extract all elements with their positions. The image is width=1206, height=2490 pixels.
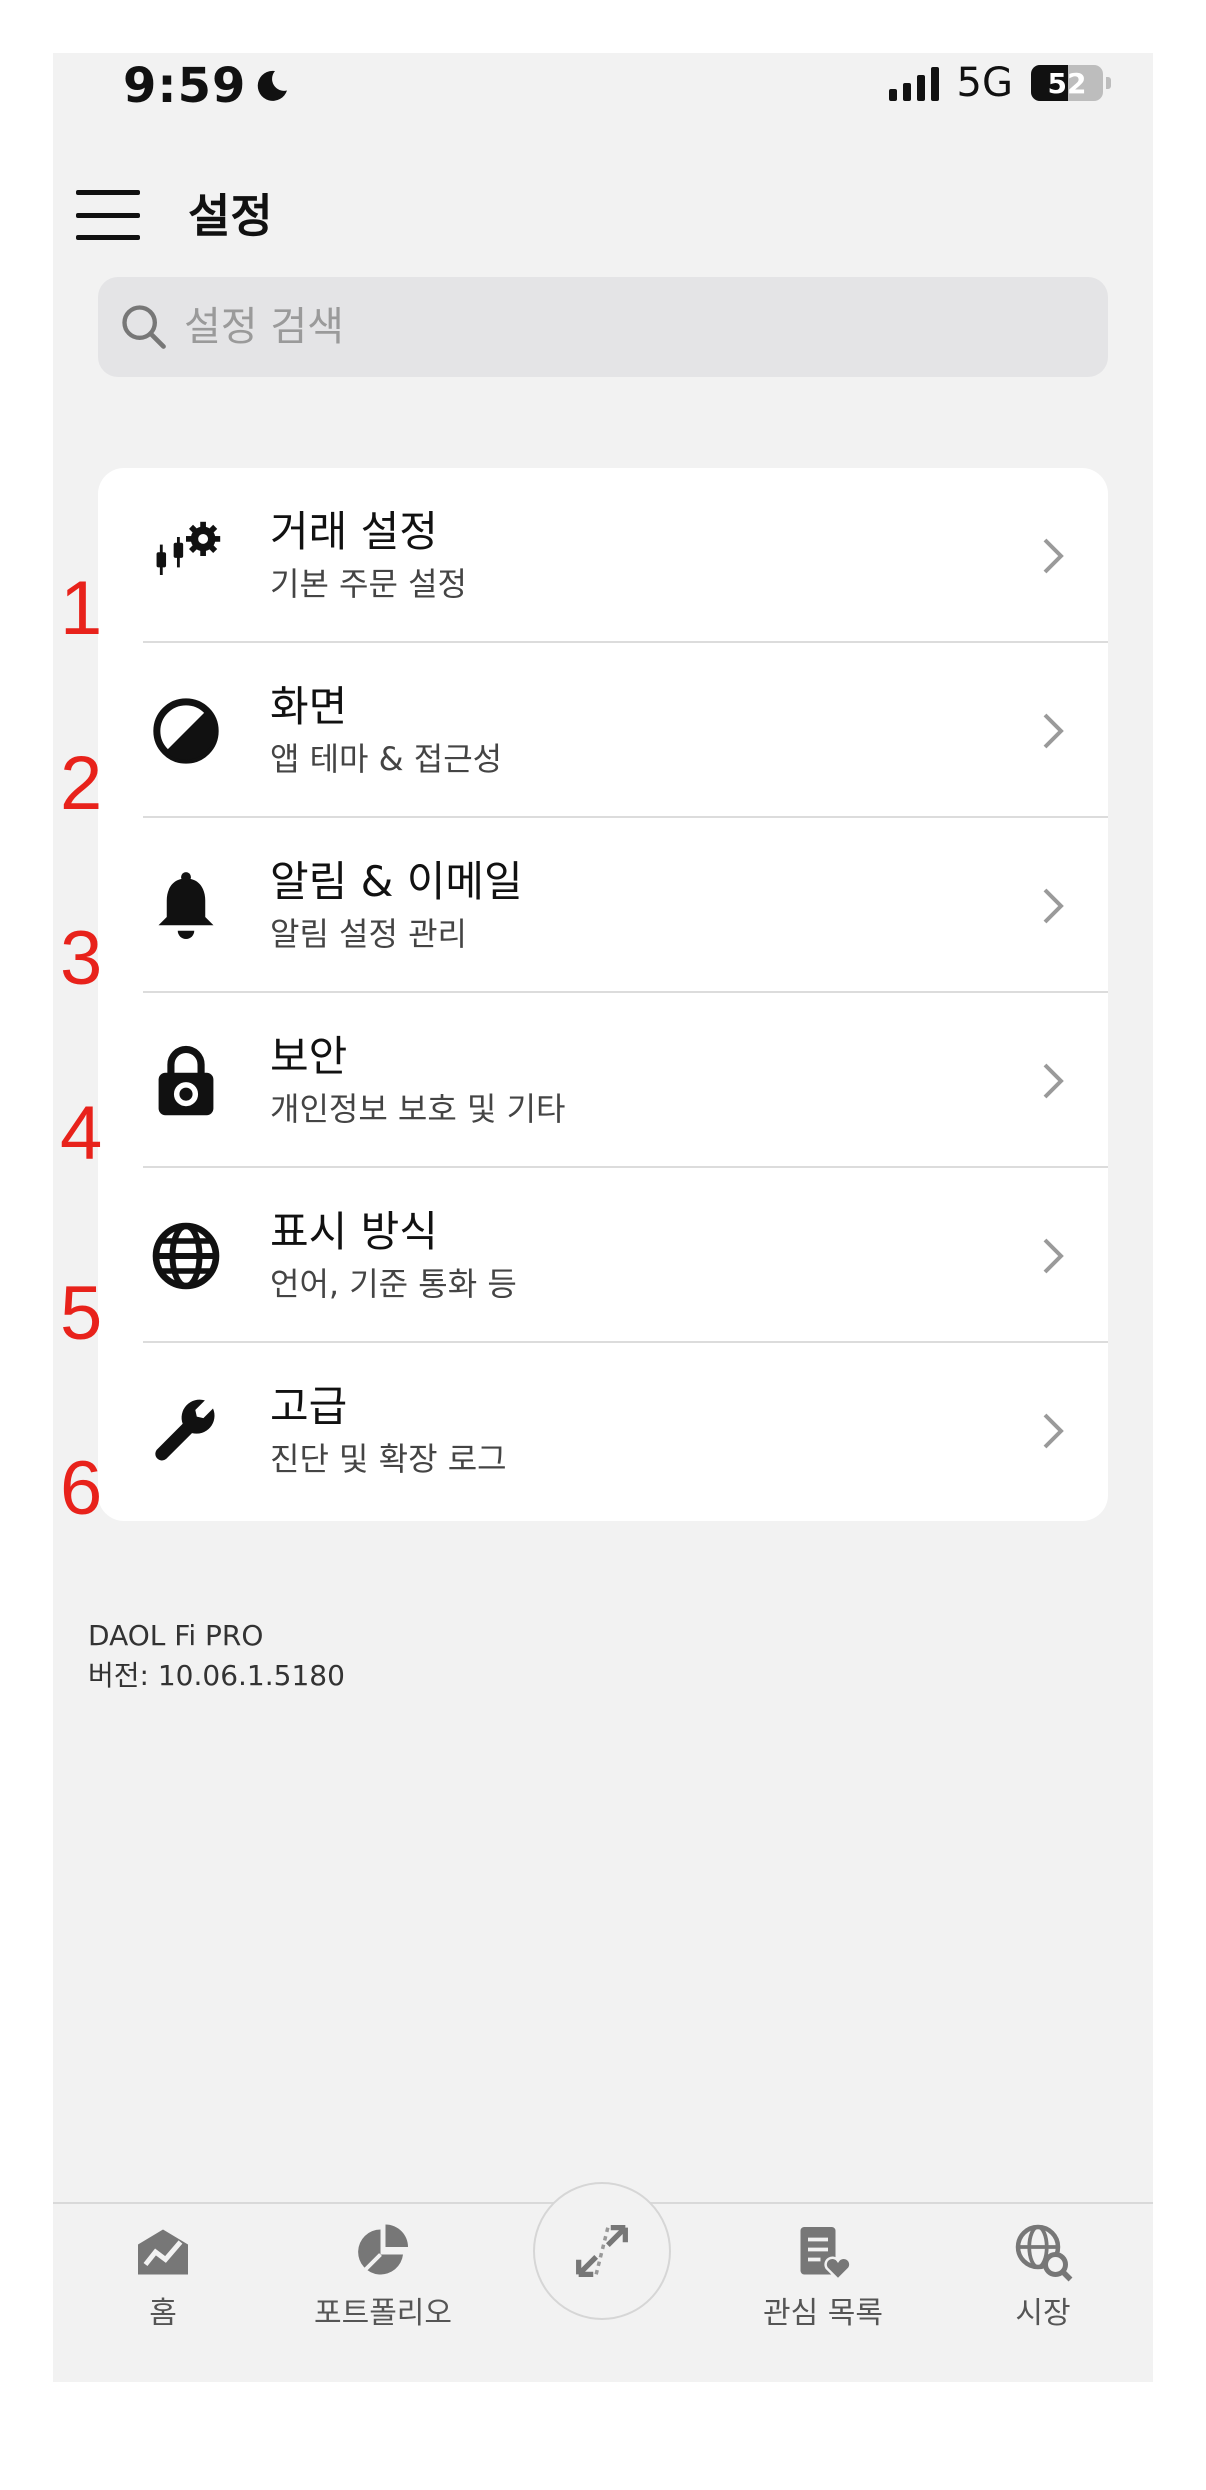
settings-item-display-format[interactable]: 표시 방식 언어, 기준 통화 등 (98, 1168, 1108, 1343)
settings-item-notifications[interactable]: 알림 & 이메일 알림 설정 관리 (98, 818, 1108, 993)
search-input[interactable] (184, 304, 1034, 350)
battery-level: 52 (1047, 66, 1087, 100)
tab-label: 시장 (1015, 2296, 1071, 2331)
moon-icon (258, 70, 288, 101)
trading-gears-icon (148, 518, 224, 594)
settings-item-subtitle: 언어, 기준 통화 등 (270, 1265, 517, 1303)
lock-icon (148, 1043, 224, 1119)
network-label: 5G (956, 60, 1013, 106)
settings-item-display[interactable]: 화면 앱 테마 & 접근성 (98, 643, 1108, 818)
settings-item-title: 고급 (270, 1382, 348, 1431)
search-icon (122, 305, 166, 349)
settings-item-title: 화면 (270, 682, 348, 731)
chevron-right-icon (1043, 1063, 1064, 1099)
annotation-number: 1 (60, 566, 103, 651)
settings-item-security[interactable]: 보안 개인정보 보호 및 기타 (98, 993, 1108, 1168)
settings-item-subtitle: 알림 설정 관리 (270, 915, 467, 953)
app-info: DAOL Fi PRO 버전: 10.06.1.5180 (88, 1616, 345, 1696)
pie-chart-icon (358, 2224, 408, 2275)
chevron-right-icon (1043, 1238, 1064, 1274)
hamburger-icon (76, 190, 140, 195)
search-bar[interactable] (98, 277, 1108, 377)
settings-item-subtitle: 개인정보 보호 및 기타 (270, 1090, 566, 1128)
app-name: DAOL Fi PRO (88, 1619, 264, 1652)
bell-icon (148, 868, 224, 944)
expand-arrows-icon (576, 2225, 628, 2277)
settings-item-title: 알림 & 이메일 (270, 857, 523, 906)
battery-icon: 52 (1031, 65, 1111, 101)
annotation-number: 5 (60, 1271, 103, 1356)
status-time-text: 9:59 (123, 58, 247, 114)
settings-item-subtitle: 기본 주문 설정 (270, 565, 467, 603)
chevron-right-icon (1043, 538, 1064, 574)
annotation-number: 4 (60, 1091, 103, 1176)
tab-watchlist[interactable]: 관심 목록 (723, 2222, 923, 2332)
settings-item-trading[interactable]: 거래 설정 기본 주문 설정 (98, 468, 1108, 643)
tab-home[interactable]: 홈 (63, 2222, 263, 2332)
annotation-number: 3 (60, 916, 103, 1001)
settings-item-subtitle: 진단 및 확장 로그 (270, 1440, 507, 1478)
settings-item-subtitle: 앱 테마 & 접근성 (270, 740, 503, 778)
center-action-button[interactable] (533, 2182, 671, 2320)
menu-button[interactable] (76, 190, 140, 240)
wrench-icon (148, 1393, 224, 1469)
annotation-number: 2 (60, 741, 103, 826)
tab-label: 포트폴리오 (314, 2296, 452, 2331)
settings-item-title: 거래 설정 (270, 507, 438, 556)
tab-market[interactable]: 시장 (943, 2222, 1143, 2332)
settings-item-title: 보안 (270, 1032, 348, 1081)
chevron-right-icon (1043, 888, 1064, 924)
status-time: 9:59 (123, 58, 290, 114)
watchlist-icon (800, 2227, 852, 2282)
tab-label: 홈 (149, 2296, 177, 2331)
contrast-icon (148, 693, 224, 769)
settings-item-advanced[interactable]: 고급 진단 및 확장 로그 (98, 1343, 1108, 1518)
globe-search-icon (1015, 2224, 1073, 2282)
status-indicators: 5G 52 (888, 60, 1111, 106)
tab-bar: 홈 포트폴리오 관심 목록 시장 (53, 2182, 1153, 2382)
home-chart-icon (138, 2229, 188, 2275)
settings-item-title: 표시 방식 (270, 1207, 438, 1256)
tab-label: 관심 목록 (763, 2296, 883, 2331)
page-title: 설정 (188, 189, 273, 243)
chevron-right-icon (1043, 1413, 1064, 1449)
annotation-number: 6 (60, 1446, 103, 1531)
tab-portfolio[interactable]: 포트폴리오 (283, 2222, 483, 2332)
settings-card: 거래 설정 기본 주문 설정 화면 앱 테마 & 접근성 알림 & 이메일 알림… (98, 468, 1108, 1521)
app-version: 버전: 10.06.1.5180 (88, 1659, 345, 1692)
cellular-signal-icon (888, 65, 939, 101)
globe-icon (148, 1218, 224, 1294)
chevron-right-icon (1043, 713, 1064, 749)
